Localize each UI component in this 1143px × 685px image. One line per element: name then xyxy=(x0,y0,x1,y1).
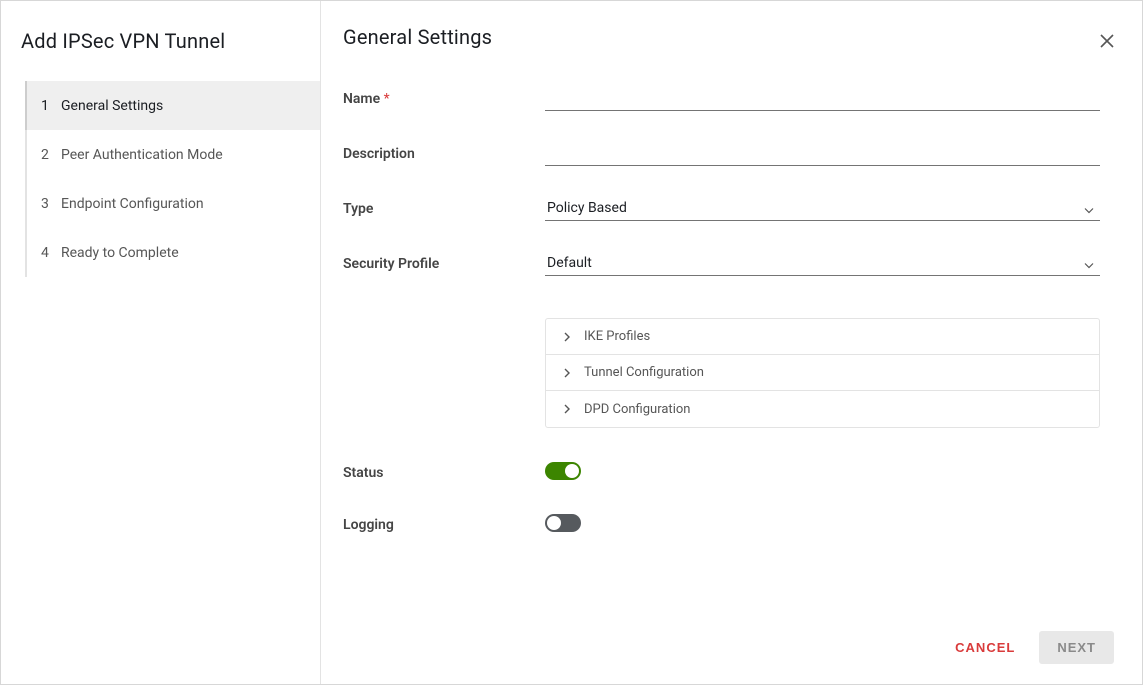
form-area: Name * Description Type Policy B xyxy=(321,52,1142,613)
step-label: Ready to Complete xyxy=(61,245,179,261)
chevron-right-icon xyxy=(564,332,570,342)
wizard-sidebar: Add IPSec VPN Tunnel 1 General Settings … xyxy=(1,1,321,684)
logging-toggle[interactable] xyxy=(545,514,581,532)
status-control xyxy=(545,462,1100,484)
accordion-tunnel-config[interactable]: Tunnel Configuration xyxy=(546,355,1099,391)
wizard-step-general-settings[interactable]: 1 General Settings xyxy=(25,81,320,130)
accordion-label: IKE Profiles xyxy=(584,329,650,344)
description-label: Description xyxy=(343,146,545,162)
logging-row: Logging xyxy=(343,514,1100,536)
main-panel: General Settings Name * Description xyxy=(321,1,1142,684)
required-indicator: * xyxy=(384,91,390,107)
step-number: 4 xyxy=(41,245,61,261)
wizard-step-endpoint-config[interactable]: 3 Endpoint Configuration xyxy=(25,179,320,228)
name-label: Name * xyxy=(343,91,545,107)
step-number: 1 xyxy=(41,98,61,114)
logging-control xyxy=(545,514,1100,536)
step-number: 2 xyxy=(41,147,61,163)
accordion-ike-profiles[interactable]: IKE Profiles xyxy=(546,319,1099,355)
logging-label: Logging xyxy=(343,517,545,533)
type-control: Policy Based xyxy=(545,196,1100,221)
accordion-label: Tunnel Configuration xyxy=(584,365,704,380)
type-select[interactable]: Policy Based xyxy=(545,196,1100,221)
ipsec-vpn-tunnel-dialog: Add IPSec VPN Tunnel 1 General Settings … xyxy=(0,0,1143,685)
dialog-title: Add IPSec VPN Tunnel xyxy=(1,25,320,81)
toggle-knob xyxy=(565,464,579,478)
type-row: Type Policy Based xyxy=(343,196,1100,221)
accordion-label: DPD Configuration xyxy=(584,402,690,417)
next-button[interactable]: NEXT xyxy=(1039,631,1114,664)
chevron-right-icon xyxy=(564,368,570,378)
status-label: Status xyxy=(343,465,545,481)
status-row: Status xyxy=(343,462,1100,484)
step-label: Endpoint Configuration xyxy=(61,196,204,212)
cancel-button[interactable]: CANCEL xyxy=(955,640,1015,655)
type-value: Policy Based xyxy=(545,196,1100,220)
name-label-text: Name xyxy=(343,91,380,107)
close-icon[interactable] xyxy=(1100,33,1114,52)
wizard-step-ready[interactable]: 4 Ready to Complete xyxy=(25,228,320,277)
name-input[interactable] xyxy=(545,86,1100,111)
description-row: Description xyxy=(343,141,1100,166)
page-title: General Settings xyxy=(343,25,492,49)
accordion-dpd-config[interactable]: DPD Configuration xyxy=(546,391,1099,427)
chevron-right-icon xyxy=(564,404,570,414)
step-label: General Settings xyxy=(61,98,163,114)
name-row: Name * xyxy=(343,86,1100,111)
security-profile-control: Default xyxy=(545,251,1100,276)
description-input[interactable] xyxy=(545,141,1100,166)
status-toggle[interactable] xyxy=(545,462,581,480)
name-control xyxy=(545,86,1100,111)
dialog-footer: CANCEL NEXT xyxy=(321,613,1142,684)
main-header: General Settings xyxy=(321,1,1142,52)
toggle-knob xyxy=(547,516,561,530)
step-number: 3 xyxy=(41,196,61,212)
security-profile-label: Security Profile xyxy=(343,256,545,272)
security-profile-select[interactable]: Default xyxy=(545,251,1100,276)
profile-accordion: IKE Profiles Tunnel Configuration DPD Co… xyxy=(545,318,1100,428)
security-profile-row: Security Profile Default xyxy=(343,251,1100,276)
step-label: Peer Authentication Mode xyxy=(61,147,223,163)
security-profile-value: Default xyxy=(545,251,1100,275)
type-label: Type xyxy=(343,201,545,217)
wizard-steps: 1 General Settings 2 Peer Authentication… xyxy=(25,81,320,277)
wizard-step-peer-auth[interactable]: 2 Peer Authentication Mode xyxy=(25,130,320,179)
description-control xyxy=(545,141,1100,166)
